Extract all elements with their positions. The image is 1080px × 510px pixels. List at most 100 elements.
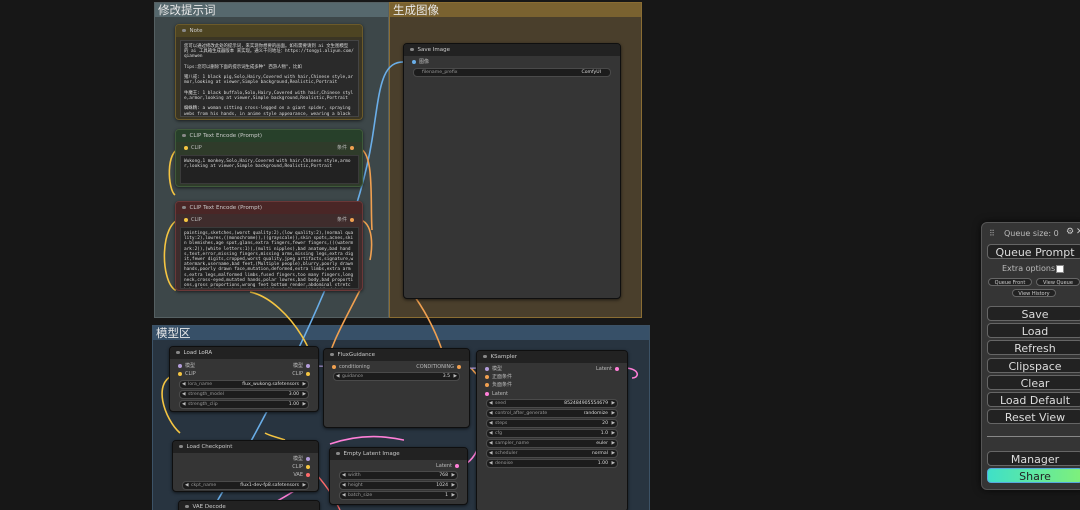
- collapse-dot-icon[interactable]: [182, 28, 186, 33]
- view-history-button[interactable]: View History: [1012, 289, 1056, 297]
- conditioning-input-slot[interactable]: conditioning: [329, 363, 370, 371]
- vae-decode-header[interactable]: VAE Decode: [179, 501, 319, 510]
- cfg-field[interactable]: ◀ cfg 1.0 ▶: [486, 429, 618, 438]
- conditioning-output-dot-icon[interactable]: [350, 217, 354, 222]
- decrement-arrow-icon[interactable]: ◀: [489, 420, 493, 427]
- load-lora-header[interactable]: Load LoRA: [170, 347, 318, 359]
- clip-output-slot[interactable]: CLIP: [292, 463, 313, 471]
- conditioning-output-slot[interactable]: 条件: [337, 144, 357, 152]
- increment-arrow-icon[interactable]: ▶: [611, 410, 615, 417]
- clip-negative-header[interactable]: CLIP Text Encode (Prompt): [176, 202, 362, 214]
- decrement-arrow-icon[interactable]: ◀: [182, 401, 186, 408]
- model-input-slot[interactable]: 模型: [175, 362, 195, 370]
- negative-input-slot[interactable]: 负面条件: [482, 381, 512, 389]
- collapse-dot-icon[interactable]: [410, 47, 414, 52]
- close-icon[interactable]: ✕: [1076, 227, 1080, 237]
- increment-arrow-icon[interactable]: ▶: [451, 482, 455, 489]
- conditioning-input-dot-icon[interactable]: [332, 364, 336, 369]
- control-after-generate-select[interactable]: ◀ control_after_generate randomize ▶: [486, 409, 618, 418]
- load-checkpoint-header[interactable]: Load Checkpoint: [173, 441, 318, 453]
- increment-arrow-icon[interactable]: ▶: [611, 460, 615, 467]
- decrement-arrow-icon[interactable]: ◀: [182, 391, 186, 398]
- flux-guidance-node[interactable]: FluxGuidance conditioning CONDITIONING ◀…: [323, 348, 470, 428]
- clear-button[interactable]: Clear: [987, 375, 1080, 390]
- collapse-dot-icon[interactable]: [182, 133, 186, 138]
- load-button[interactable]: Load: [987, 323, 1080, 338]
- positive-input-dot-icon[interactable]: [485, 374, 489, 379]
- empty-latent-header[interactable]: Empty Latent Image: [330, 448, 467, 460]
- model-output-dot-icon[interactable]: [306, 456, 310, 461]
- save-image-header[interactable]: Save Image: [404, 44, 620, 56]
- denoise-field[interactable]: ◀ denoise 1.00 ▶: [486, 459, 618, 468]
- clip-output-dot-icon[interactable]: [306, 464, 310, 469]
- model-input-dot-icon[interactable]: [485, 366, 489, 371]
- latent-input-dot-icon[interactable]: [485, 391, 489, 396]
- decrement-arrow-icon[interactable]: ◀: [342, 492, 346, 499]
- collapse-dot-icon[interactable]: [179, 444, 183, 449]
- sampler-name-select[interactable]: ◀ sampler_name euler ▶: [486, 439, 618, 448]
- ksampler-node[interactable]: KSampler 模型 正面条件 负面条件 Latent Latent ◀ see…: [476, 350, 628, 510]
- collapse-dot-icon[interactable]: [336, 451, 340, 456]
- decrement-arrow-icon[interactable]: ◀: [342, 472, 346, 479]
- flux-guidance-header[interactable]: FluxGuidance: [324, 349, 469, 361]
- clip-text-encode-positive-node[interactable]: CLIP Text Encode (Prompt) CLIP 条件 Wukong…: [175, 129, 363, 187]
- increment-arrow-icon[interactable]: ▶: [611, 450, 615, 457]
- share-button[interactable]: Share: [987, 468, 1080, 483]
- batch-size-field[interactable]: ◀ batch_size 1 ▶: [339, 491, 458, 500]
- height-field[interactable]: ◀ height 1024 ▶: [339, 481, 458, 490]
- decrement-arrow-icon[interactable]: ◀: [489, 450, 493, 457]
- vae-decode-node[interactable]: VAE Decode: [178, 500, 320, 510]
- collapse-dot-icon[interactable]: [185, 504, 189, 509]
- clip-input-dot-icon[interactable]: [184, 217, 188, 222]
- node-canvas[interactable]: 修改提示词 生成图像 模型区 Note 您可以通过修改此处的提示词，来实现你想要…: [0, 0, 1080, 510]
- note-node-header[interactable]: Note: [176, 25, 362, 37]
- image-input-dot-icon[interactable]: [412, 59, 416, 64]
- queue-prompt-button[interactable]: Queue Prompt: [987, 244, 1080, 259]
- save-image-node[interactable]: Save Image 图像 filename_prefix ComfyUI: [403, 43, 621, 299]
- model-output-slot[interactable]: 模型: [293, 362, 313, 370]
- clipspace-button[interactable]: Clipspace: [987, 358, 1080, 373]
- model-output-slot[interactable]: 模型: [293, 455, 313, 463]
- model-input-slot[interactable]: 模型: [482, 365, 502, 373]
- increment-arrow-icon[interactable]: ▶: [453, 373, 457, 380]
- gear-icon[interactable]: ⚙: [1066, 227, 1074, 237]
- clip-input-slot[interactable]: CLIP: [181, 144, 202, 152]
- manager-button[interactable]: Manager: [987, 451, 1080, 466]
- decrement-arrow-icon[interactable]: ◀: [489, 440, 493, 447]
- clip-input-dot-icon[interactable]: [178, 371, 182, 376]
- view-queue-button[interactable]: View Queue: [1036, 278, 1080, 286]
- save-button[interactable]: Save: [987, 306, 1080, 321]
- negative-input-dot-icon[interactable]: [485, 382, 489, 387]
- conditioning-output-dot-icon[interactable]: [457, 364, 461, 369]
- drag-handle-icon[interactable]: ⠿: [989, 229, 995, 238]
- decrement-arrow-icon[interactable]: ◀: [489, 400, 493, 407]
- clip-positive-header[interactable]: CLIP Text Encode (Prompt): [176, 130, 362, 142]
- model-input-dot-icon[interactable]: [178, 363, 182, 368]
- clip-input-dot-icon[interactable]: [184, 145, 188, 150]
- conditioning-output-dot-icon[interactable]: [350, 145, 354, 150]
- clip-input-slot[interactable]: CLIP: [181, 216, 202, 224]
- collapse-dot-icon[interactable]: [330, 352, 334, 357]
- ckpt-name-select[interactable]: ◀ ckpt_name flux1-dev-fp8.safetensors ▶: [182, 481, 309, 490]
- decrement-arrow-icon[interactable]: ◀: [489, 410, 493, 417]
- collapse-dot-icon[interactable]: [176, 350, 180, 355]
- queue-panel[interactable]: ⠿ Queue size: 0 ⚙ ✕ Queue Prompt Extra o…: [981, 222, 1080, 490]
- latent-output-dot-icon[interactable]: [615, 366, 619, 371]
- queue-front-button[interactable]: Queue Front: [988, 278, 1032, 286]
- collapse-dot-icon[interactable]: [182, 205, 186, 210]
- latent-output-slot[interactable]: Latent: [436, 462, 462, 470]
- increment-arrow-icon[interactable]: ▶: [611, 440, 615, 447]
- increment-arrow-icon[interactable]: ▶: [611, 430, 615, 437]
- guidance-field[interactable]: ◀ guidance 3.5 ▶: [333, 372, 460, 381]
- model-output-dot-icon[interactable]: [306, 363, 310, 368]
- latent-output-dot-icon[interactable]: [455, 463, 459, 468]
- reset-view-button[interactable]: Reset View: [987, 409, 1080, 424]
- increment-arrow-icon[interactable]: ▶: [451, 492, 455, 499]
- increment-arrow-icon[interactable]: ▶: [611, 420, 615, 427]
- decrement-arrow-icon[interactable]: ◀: [342, 482, 346, 489]
- decrement-arrow-icon[interactable]: ◀: [489, 430, 493, 437]
- decrement-arrow-icon[interactable]: ◀: [182, 381, 186, 388]
- load-lora-node[interactable]: Load LoRA 模型 CLIP 模型 CLIP ◀ lora_name flux…: [169, 346, 319, 412]
- vae-output-dot-icon[interactable]: [306, 472, 310, 477]
- width-field[interactable]: ◀ width 768 ▶: [339, 471, 458, 480]
